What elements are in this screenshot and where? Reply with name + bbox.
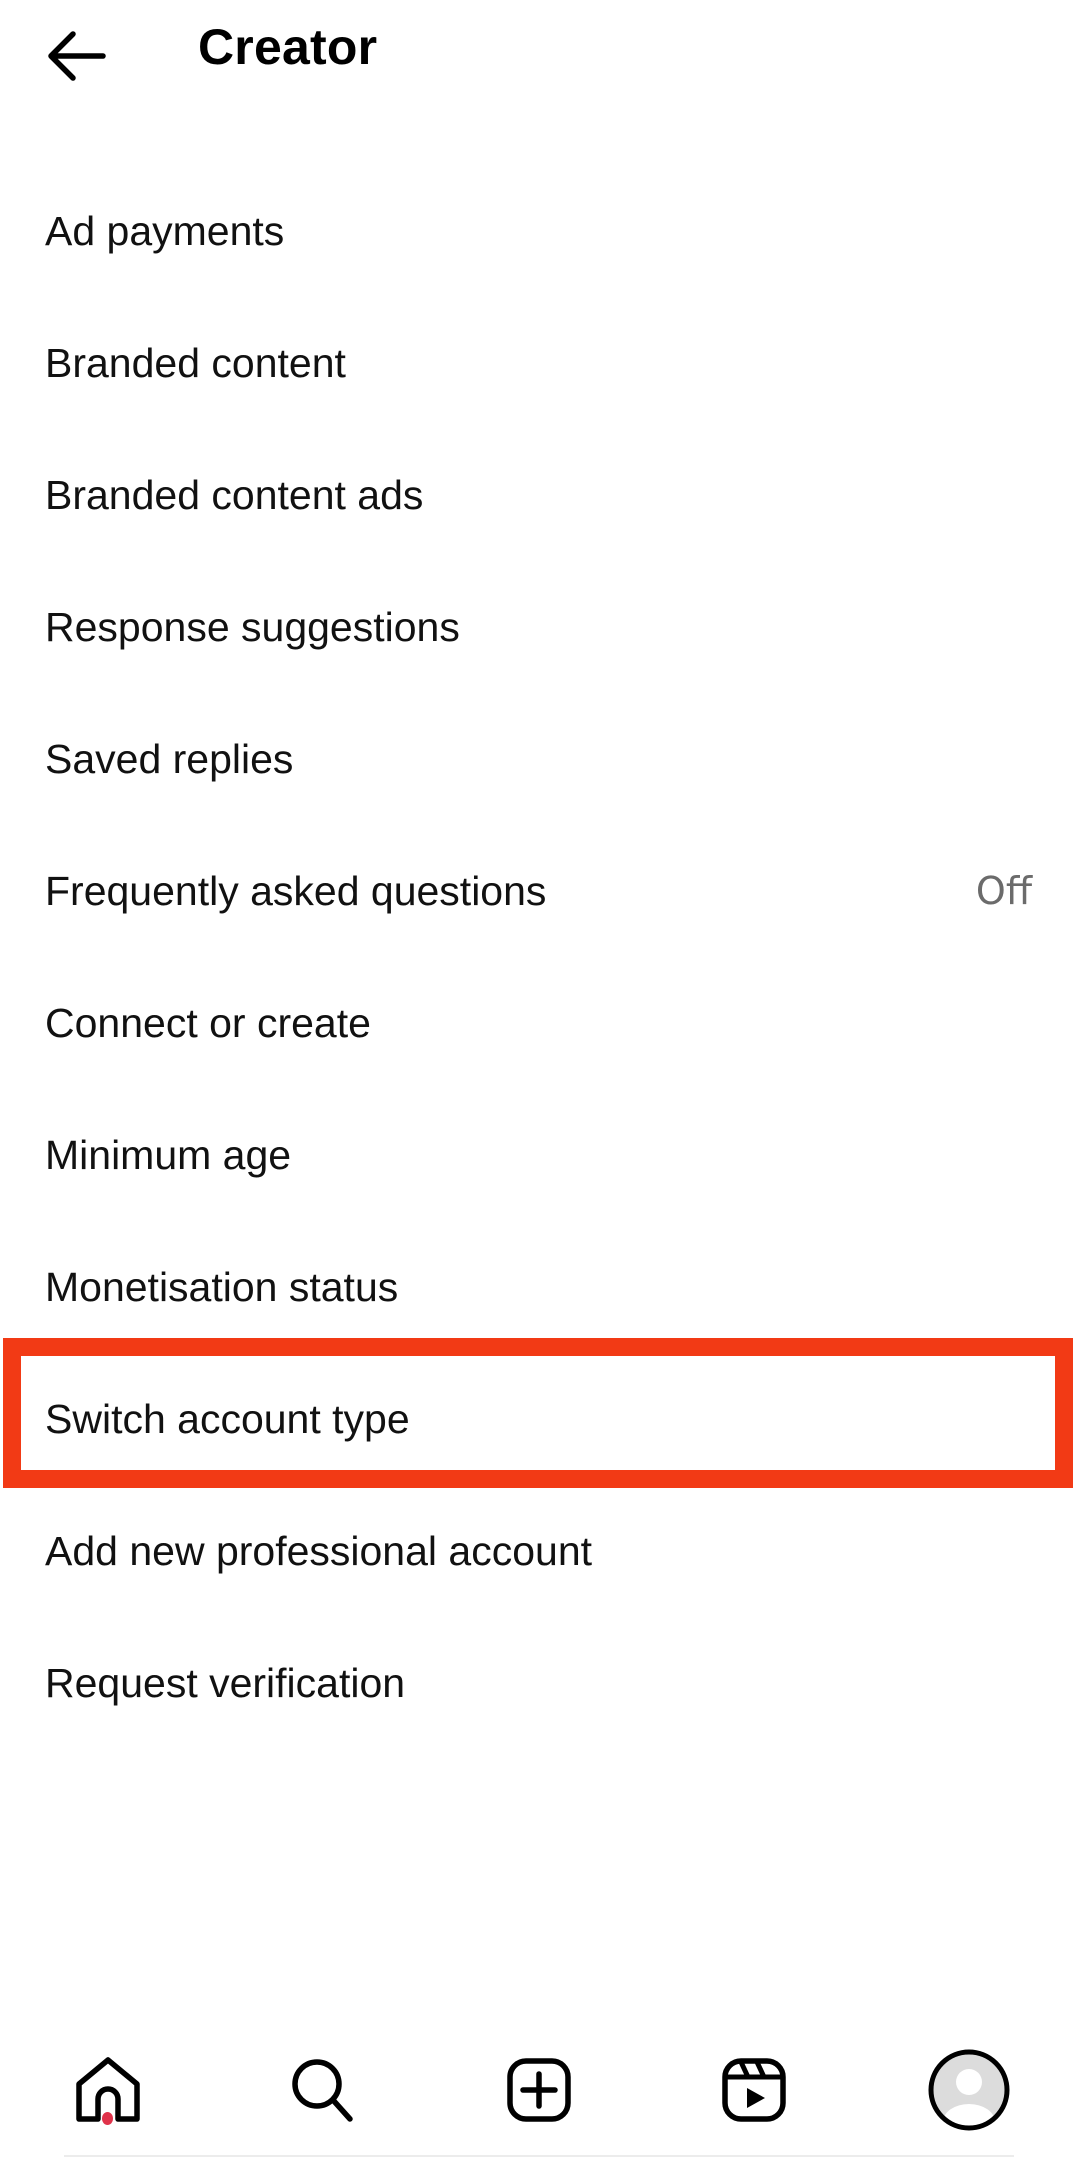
plus-square-icon xyxy=(507,2058,571,2122)
faq-status-value: Off xyxy=(975,869,1032,913)
menu-item-minimum-age[interactable]: Minimum age xyxy=(0,1089,1080,1221)
menu-item-label: Connect or create xyxy=(45,999,371,1046)
menu-item-branded-content-ads[interactable]: Branded content ads xyxy=(0,429,1080,561)
nav-home[interactable] xyxy=(53,2040,163,2140)
menu-item-label: Switch account type xyxy=(45,1395,410,1442)
menu-item-label: Ad payments xyxy=(45,207,285,254)
menu-item-branded-content[interactable]: Branded content xyxy=(0,297,1080,429)
menu-item-label: Response suggestions xyxy=(45,603,460,650)
menu-item-label: Saved replies xyxy=(45,735,294,782)
header: Creator xyxy=(0,0,1080,110)
menu-item-monetisation-status[interactable]: Monetisation status xyxy=(0,1221,1080,1353)
menu-item-switch-account-type[interactable]: Switch account type xyxy=(0,1353,1080,1485)
menu-item-add-professional-account[interactable]: Add new professional account xyxy=(0,1485,1080,1617)
menu-item-connect-or-create[interactable]: Connect or create xyxy=(0,957,1080,1089)
nav-reels[interactable] xyxy=(699,2040,809,2140)
menu-item-label: Minimum age xyxy=(45,1131,292,1178)
reels-icon xyxy=(722,2058,786,2122)
page-title: Creator xyxy=(198,19,378,75)
settings-list: Ad payments Branded content Branded cont… xyxy=(0,165,1080,1749)
notification-dot xyxy=(102,2112,113,2125)
arrow-left-icon xyxy=(48,31,106,81)
menu-item-label: Branded content ads xyxy=(45,471,424,518)
nav-create[interactable] xyxy=(484,2040,594,2140)
menu-item-request-verification[interactable]: Request verification xyxy=(0,1617,1080,1749)
menu-item-label: Add new professional account xyxy=(45,1527,593,1574)
bottom-nav xyxy=(0,2040,1080,2166)
nav-divider xyxy=(64,2155,1014,2157)
avatar-icon xyxy=(928,2049,1010,2131)
back-button[interactable] xyxy=(40,26,112,86)
menu-item-ad-payments[interactable]: Ad payments xyxy=(0,165,1080,297)
menu-item-faq[interactable]: Frequently asked questions Off xyxy=(0,825,1080,957)
menu-item-label: Frequently asked questions xyxy=(45,867,547,914)
menu-item-label: Request verification xyxy=(45,1659,406,1706)
nav-search[interactable] xyxy=(268,2040,378,2140)
menu-item-label: Branded content xyxy=(45,339,346,386)
menu-item-response-suggestions[interactable]: Response suggestions xyxy=(0,561,1080,693)
search-icon xyxy=(292,2059,353,2122)
menu-item-saved-replies[interactable]: Saved replies xyxy=(0,693,1080,825)
nav-profile[interactable] xyxy=(914,2040,1024,2140)
menu-item-label: Monetisation status xyxy=(45,1263,399,1310)
